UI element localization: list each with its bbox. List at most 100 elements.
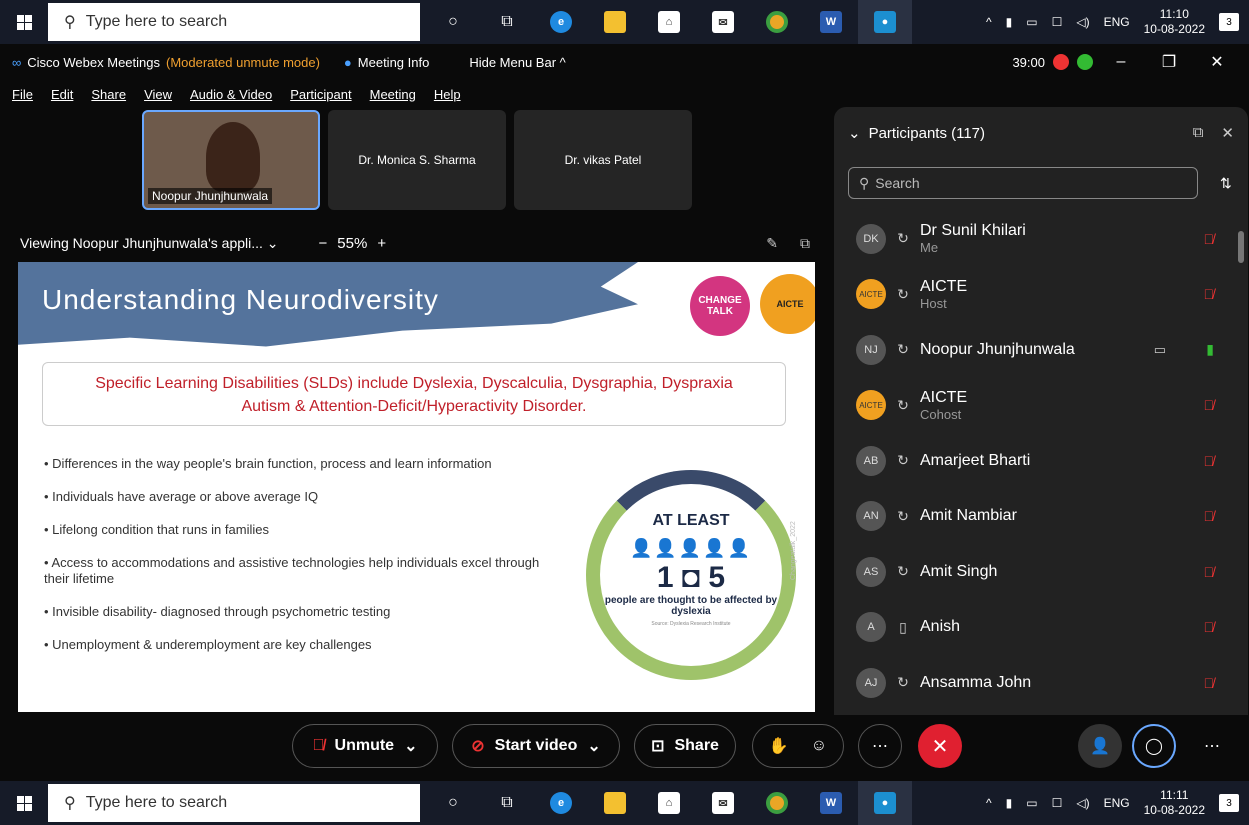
end-meeting-button[interactable]: ✕ [918,724,962,768]
video-thumbnail-vikas[interactable]: Dr. vikas Patel [514,110,692,210]
mic-tray-icon[interactable]: ▮ [1006,15,1013,29]
participant-row[interactable]: AS ↻ Amit Singh 🎙̸ [834,544,1248,600]
muted-mic-icon[interactable]: 🎙̸ [1204,675,1215,691]
volume-icon[interactable]: ◁) [1076,796,1089,810]
popout-panel-icon[interactable]: ⧉ [1193,124,1204,142]
chrome-icon[interactable] [750,781,804,825]
chrome-icon[interactable] [750,0,804,44]
participants-toggle-icon[interactable]: 👤 [1078,724,1122,768]
annotate-icon[interactable]: ✎ [766,235,778,252]
menu-participant[interactable]: Participant [290,87,351,102]
participant-scrollbar[interactable] [1238,211,1244,691]
recording-icon[interactable] [1053,54,1069,70]
video-thumbnail-noopur[interactable]: Noopur Jhunjhunwala [142,110,320,210]
restore-icon[interactable]: ❐ [1149,52,1189,72]
language-indicator[interactable]: ENG [1104,796,1130,810]
webex-icon[interactable]: ● [858,781,912,825]
notification-icon[interactable]: 3 [1219,13,1239,31]
popout-icon[interactable]: ⧉ [800,235,810,252]
menu-help[interactable]: Help [434,87,461,102]
participant-row[interactable]: AJ ↻ Ansamma John 🎙̸ [834,655,1248,711]
menu-audio-video[interactable]: Audio & Video [190,87,272,102]
participant-row[interactable]: AB ↻ Amarjeet Bharti 🎙̸ [834,433,1248,489]
start-video-button[interactable]: ⊘ Start video ⌄ [452,724,620,768]
notification-icon[interactable]: 3 [1219,794,1239,812]
menu-meeting[interactable]: Meeting [370,87,416,102]
emoji-icon[interactable]: ☺ [811,737,827,755]
edge-icon[interactable]: e [534,781,588,825]
edge-icon[interactable]: e [534,0,588,44]
clock[interactable]: 11:10 10-08-2022 [1144,7,1205,37]
participant-row[interactable]: AICTE ↻ AICTE Cohost 🎙̸ [834,378,1248,434]
zoom-out-button[interactable]: − [319,235,328,252]
store-icon[interactable]: ⌂ [642,0,696,44]
chat-icon[interactable]: ◯ [1132,724,1176,768]
raise-hand-icon[interactable]: ✋ [769,736,789,756]
chevron-up-icon[interactable]: ^ [986,15,992,29]
minimize-icon[interactable]: – [1101,53,1141,71]
muted-mic-icon[interactable]: 🎙̸ [1204,397,1215,413]
viewing-label: Viewing Noopur Jhunjhunwala's appli... [20,234,263,251]
file-explorer-icon[interactable] [588,781,642,825]
muted-mic-icon[interactable]: 🎙̸ [1204,286,1215,302]
menu-view[interactable]: View [144,87,172,102]
muted-mic-icon[interactable]: 🎙̸ [1204,564,1215,580]
participant-row[interactable]: A ▯ Anish 🎙̸ [834,600,1248,656]
share-button[interactable]: ⊡ Share [634,724,736,768]
unmute-button[interactable]: 🎙̸ Unmute ⌄ [292,724,438,768]
mail-icon[interactable]: ✉ [696,0,750,44]
viewing-dropdown[interactable]: Viewing Noopur Jhunjhunwala's appli... ⌄ [20,235,279,252]
battery-icon[interactable]: ▭ [1026,796,1037,810]
webex-icon[interactable]: ● [858,0,912,44]
volume-icon[interactable]: ◁) [1076,15,1089,29]
clock[interactable]: 11:11 10-08-2022 [1144,788,1205,818]
participant-row[interactable]: AN ↻ Amit Nambiar 🎙̸ [834,489,1248,545]
start-button[interactable] [0,0,48,44]
active-mic-icon[interactable]: ▮ [1206,341,1214,358]
viewing-bar: Viewing Noopur Jhunjhunwala's appli... ⌄… [0,228,830,258]
word-icon[interactable]: W [804,781,858,825]
muted-mic-icon[interactable]: 🎙̸ [1204,231,1215,247]
word-icon[interactable]: W [804,0,858,44]
menu-share[interactable]: Share [91,87,126,102]
video-thumbnail-monica[interactable]: Dr. Monica S. Sharma [328,110,506,210]
menu-edit[interactable]: Edit [51,87,73,102]
participant-row[interactable]: AICTE ↻ AICTE Host 🎙̸ [834,267,1248,323]
participant-row[interactable]: NJ ↻ Noopur Jhunjhunwala ▭ ▮ [834,322,1248,378]
close-panel-icon[interactable]: ✕ [1221,124,1234,142]
battery-icon[interactable]: ▭ [1026,15,1037,29]
taskbar-search[interactable]: ⚲ Type here to search [48,3,420,41]
muted-mic-icon[interactable]: 🎙̸ [1204,453,1215,469]
network-icon[interactable]: ☐ [1052,15,1063,29]
mail-icon[interactable]: ✉ [696,781,750,825]
task-view-icon[interactable]: ⧉ [480,0,534,44]
start-button[interactable] [0,781,48,825]
meeting-info-button[interactable]: ● Meeting Info [344,55,429,70]
circle-heading: AT LEAST [652,512,730,529]
muted-mic-icon[interactable]: 🎙̸ [1204,508,1215,524]
close-icon[interactable]: ✕ [1197,52,1237,72]
collapse-chevron-icon[interactable]: ⌄ [848,124,861,142]
file-explorer-icon[interactable] [588,0,642,44]
cortana-icon[interactable]: ○ [426,0,480,44]
sort-icon[interactable]: ⇅ [1220,175,1232,192]
more-panels-icon[interactable]: ⋯ [1190,724,1234,768]
muted-mic-icon[interactable]: 🎙̸ [1204,619,1215,635]
more-options-button[interactable]: ⋯ [858,724,902,768]
participant-search-input[interactable]: ⚲ Search [848,167,1198,199]
language-indicator[interactable]: ENG [1104,15,1130,29]
cortana-icon[interactable]: ○ [426,781,480,825]
search-icon: ⚲ [859,174,870,191]
participant-row[interactable]: DK ↻ Dr Sunil Khilari Me 🎙̸ [834,211,1248,267]
zoom-in-button[interactable]: + [377,235,386,252]
chevron-down-icon: ⌄ [587,738,601,755]
connection-icon[interactable] [1077,54,1093,70]
menu-file[interactable]: File [12,87,33,102]
network-icon[interactable]: ☐ [1052,796,1063,810]
chevron-up-icon[interactable]: ^ [986,796,992,810]
task-view-icon[interactable]: ⧉ [480,781,534,825]
hide-menu-bar-button[interactable]: Hide Menu Bar ^ [469,55,565,70]
taskbar-search[interactable]: ⚲ Type here to search [48,784,420,822]
mic-tray-icon[interactable]: ▮ [1006,796,1013,810]
store-icon[interactable]: ⌂ [642,781,696,825]
